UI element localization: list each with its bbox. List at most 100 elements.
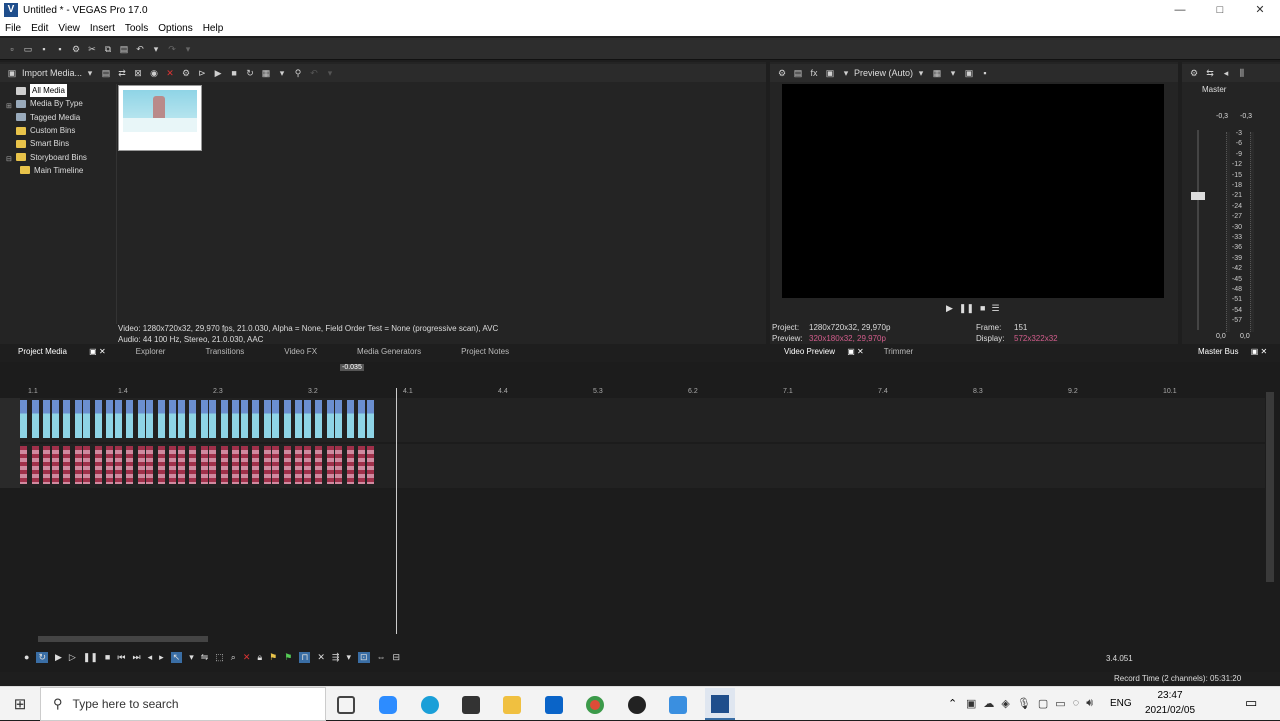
play-icon[interactable]: ▶ bbox=[946, 303, 953, 314]
settings-icon[interactable]: ⚙ bbox=[777, 68, 787, 78]
stop-icon[interactable]: ■ bbox=[980, 303, 985, 314]
audio-clip[interactable] bbox=[240, 446, 248, 484]
video-clip[interactable] bbox=[189, 400, 196, 438]
audio-clip[interactable] bbox=[74, 446, 82, 484]
audio-clip[interactable] bbox=[189, 446, 196, 484]
audio-clip[interactable] bbox=[220, 446, 228, 484]
menu-options[interactable]: Options bbox=[153, 23, 197, 34]
video-clip[interactable] bbox=[169, 400, 176, 438]
dropdown-icon[interactable]: ▾ bbox=[325, 68, 335, 78]
tab-project-media[interactable]: Project Media ▣ ✕ bbox=[0, 347, 126, 356]
vegas-taskbar-icon[interactable] bbox=[705, 688, 735, 720]
record-icon[interactable]: ● bbox=[24, 652, 29, 663]
audio-clip[interactable] bbox=[94, 446, 102, 484]
menu-edit[interactable]: Edit bbox=[26, 23, 53, 34]
tab-transitions[interactable]: Transitions bbox=[175, 347, 254, 356]
menu-icon[interactable]: ☰ bbox=[991, 303, 999, 314]
undo-dropdown-icon[interactable]: ▾ bbox=[151, 44, 161, 54]
language-indicator[interactable]: ENG bbox=[1110, 698, 1132, 709]
audio-clip[interactable] bbox=[335, 446, 342, 484]
fx-icon[interactable]: fx bbox=[809, 68, 819, 78]
zoom-app-icon[interactable] bbox=[379, 696, 397, 714]
undo-icon[interactable]: ↶ bbox=[135, 44, 145, 54]
auto-preview-icon[interactable]: ⊳ bbox=[197, 68, 207, 78]
undo-icon[interactable]: ↶ bbox=[309, 68, 319, 78]
tray-chevron-icon[interactable]: ⌃ bbox=[948, 697, 957, 710]
audio-clip[interactable] bbox=[51, 446, 59, 484]
preview-quality-dropdown[interactable]: Preview (Auto) bbox=[854, 68, 913, 78]
copy-snapshot-icon[interactable]: ▣ bbox=[964, 68, 974, 78]
tree-item-main-timeline[interactable]: Main Timeline bbox=[6, 164, 114, 177]
play-icon[interactable]: ▶ bbox=[213, 68, 223, 78]
video-clip[interactable] bbox=[157, 400, 165, 438]
audio-clip[interactable] bbox=[83, 446, 90, 484]
region-icon[interactable]: ⚑ bbox=[284, 652, 292, 663]
audio-clip[interactable] bbox=[326, 446, 334, 484]
tab-project-notes[interactable]: Project Notes bbox=[431, 347, 519, 356]
remove-unused-icon[interactable]: ⊠ bbox=[133, 68, 143, 78]
pause-icon[interactable]: ❚❚ bbox=[83, 652, 98, 663]
split-screen-icon[interactable]: ▣ bbox=[825, 68, 835, 78]
auto-crossfade-icon[interactable]: ✕ bbox=[317, 652, 325, 663]
save-as-icon[interactable]: ▪ bbox=[55, 44, 65, 54]
obs-icon[interactable] bbox=[628, 696, 646, 714]
overlays-icon[interactable]: ▦ bbox=[932, 68, 942, 78]
task-view-icon[interactable] bbox=[337, 696, 355, 714]
notifications-icon[interactable]: ▭ bbox=[1245, 695, 1257, 711]
tab-explorer[interactable]: Explorer bbox=[126, 347, 176, 356]
display-icon[interactable]: ▢ bbox=[1038, 697, 1048, 710]
audio-clip[interactable] bbox=[43, 446, 50, 484]
video-clip[interactable] bbox=[43, 400, 50, 438]
mic-icon[interactable]: 🎙︎ bbox=[1017, 697, 1031, 710]
tab-video-preview[interactable]: Video Preview ▣ ✕ bbox=[770, 347, 874, 356]
go-to-start-icon[interactable]: ⏮ bbox=[117, 652, 125, 663]
play-icon[interactable]: ▷ bbox=[69, 652, 76, 663]
tray-app-icon[interactable]: ▣ bbox=[966, 697, 976, 710]
tree-item-smart-bins[interactable]: Smart Bins bbox=[6, 137, 114, 150]
video-clip[interactable] bbox=[106, 400, 113, 438]
audio-clip[interactable] bbox=[31, 446, 39, 484]
redo-dropdown-icon[interactable]: ▾ bbox=[183, 44, 193, 54]
master-fader-handle[interactable] bbox=[1191, 192, 1205, 200]
video-clip[interactable] bbox=[303, 400, 311, 438]
zoom-tool-icon[interactable]: ⌕ bbox=[231, 652, 236, 663]
audio-clip[interactable] bbox=[157, 446, 165, 484]
audio-clip[interactable] bbox=[315, 446, 322, 484]
timeline-scrollbar[interactable] bbox=[38, 636, 208, 642]
video-clip[interactable] bbox=[263, 400, 271, 438]
close-button[interactable]: ✕ bbox=[1240, 0, 1280, 20]
audio-clip[interactable] bbox=[252, 446, 259, 484]
audio-clip[interactable] bbox=[366, 446, 374, 484]
preview-device-icon[interactable]: ▤ bbox=[793, 68, 803, 78]
menu-insert[interactable]: Insert bbox=[85, 23, 120, 34]
video-clip[interactable] bbox=[220, 400, 228, 438]
stop-icon[interactable]: ■ bbox=[105, 652, 110, 663]
video-clip[interactable] bbox=[137, 400, 145, 438]
video-clip[interactable] bbox=[114, 400, 122, 438]
search-box[interactable]: ⚲ Type here to search bbox=[40, 687, 326, 721]
dim-icon[interactable]: ◂ bbox=[1221, 68, 1231, 78]
next-frame-icon[interactable]: ▸ bbox=[159, 652, 164, 663]
video-clip[interactable] bbox=[146, 400, 153, 438]
stop-icon[interactable]: ■ bbox=[229, 68, 239, 78]
play-from-start-icon[interactable]: ▶ bbox=[55, 652, 62, 663]
overlays-dropdown-icon[interactable]: ▾ bbox=[948, 68, 958, 78]
network-icon[interactable]: ◌ bbox=[1073, 697, 1080, 710]
playhead[interactable] bbox=[396, 388, 397, 634]
preview-screen[interactable] bbox=[782, 84, 1164, 298]
ignore-grouping-icon[interactable]: ⊟ bbox=[393, 652, 401, 663]
clock-date[interactable]: 2021/02/05 bbox=[1138, 705, 1202, 716]
video-clip[interactable] bbox=[20, 400, 27, 438]
video-clip[interactable] bbox=[51, 400, 59, 438]
audio-clip[interactable] bbox=[126, 446, 133, 484]
tree-item-tagged-media[interactable]: Tagged Media bbox=[6, 111, 114, 124]
envelope-tool-icon[interactable]: ⇋ bbox=[201, 652, 209, 663]
audio-clip[interactable] bbox=[106, 446, 113, 484]
start-button[interactable]: ⊞ bbox=[0, 687, 40, 721]
video-clip[interactable] bbox=[177, 400, 185, 438]
import-dropdown-icon[interactable]: ▾ bbox=[85, 68, 95, 78]
video-clip[interactable] bbox=[326, 400, 334, 438]
ripple-edit-icon[interactable]: ⇶ bbox=[332, 652, 340, 663]
maximize-button[interactable]: □ bbox=[1200, 0, 1240, 20]
video-clip[interactable] bbox=[272, 400, 279, 438]
